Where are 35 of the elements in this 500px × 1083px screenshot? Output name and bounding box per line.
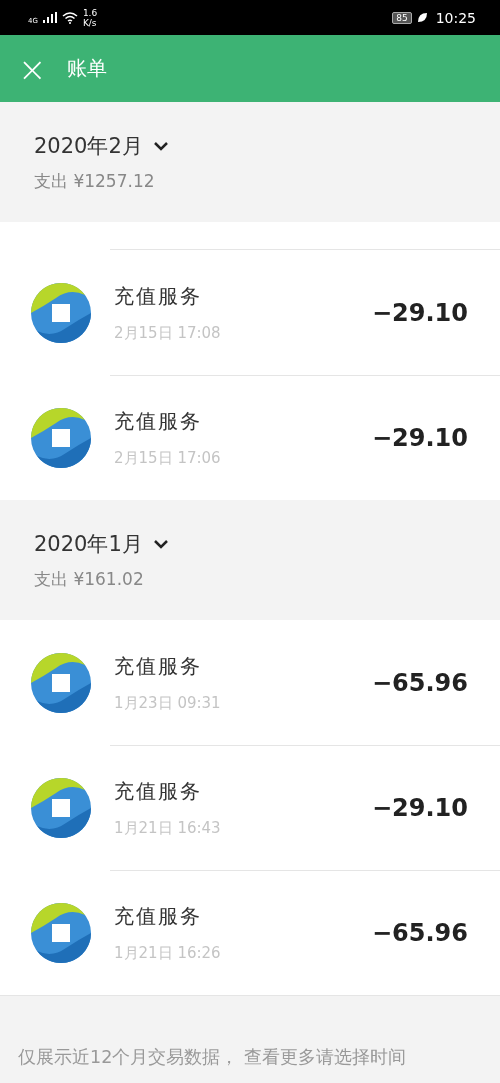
transaction-amount: −65.96 — [371, 668, 468, 697]
transaction-name: 充值服务 — [114, 407, 203, 435]
speed-unit: K/s — [82, 17, 98, 28]
battery-level: 85 — [392, 11, 412, 24]
transaction-name: 充值服务 — [114, 282, 203, 310]
transaction-time: 1月23日 09:31 — [114, 693, 222, 713]
service-logo-icon — [30, 651, 92, 714]
leaf-icon — [416, 12, 428, 23]
transaction-amount: −65.96 — [371, 918, 468, 947]
wifi-icon — [61, 11, 78, 24]
signal-icon — [42, 12, 57, 23]
transaction-amount: −29.10 — [371, 298, 468, 327]
service-logo-icon — [30, 776, 92, 839]
service-logo-icon — [30, 281, 92, 344]
transaction-amount: −29.10 — [371, 423, 468, 452]
transaction-time: 1月21日 16:43 — [114, 818, 222, 838]
month-summary: 支出 ¥1257.12 — [34, 169, 156, 193]
transaction-name: 充值服务 — [114, 902, 203, 930]
service-logo-icon — [30, 406, 92, 469]
month-title[interactable]: 2020年2月 — [34, 131, 143, 160]
transaction-name: 充值服务 — [114, 652, 203, 680]
service-logo-icon — [30, 901, 92, 964]
transaction-amount: −29.10 — [371, 793, 468, 822]
transaction-time: 1月21日 16:26 — [114, 943, 222, 963]
month-summary: 支出 ¥161.02 — [34, 567, 145, 591]
transaction-time: 2月15日 17:08 — [114, 323, 222, 343]
footer-note: 仅展示近12个月交易数据， 查看更多请选择时间 — [18, 1046, 406, 1069]
chevron-down-icon[interactable] — [152, 538, 169, 549]
chevron-down-icon[interactable] — [152, 140, 169, 151]
clock: 10:25 — [435, 9, 476, 26]
page-title: 账单 — [66, 55, 107, 82]
transaction-time: 2月15日 17:06 — [114, 448, 222, 468]
speed-value: 1.6 — [82, 7, 98, 18]
month-title[interactable]: 2020年1月 — [34, 529, 143, 558]
transaction-name: 充值服务 — [114, 777, 203, 805]
